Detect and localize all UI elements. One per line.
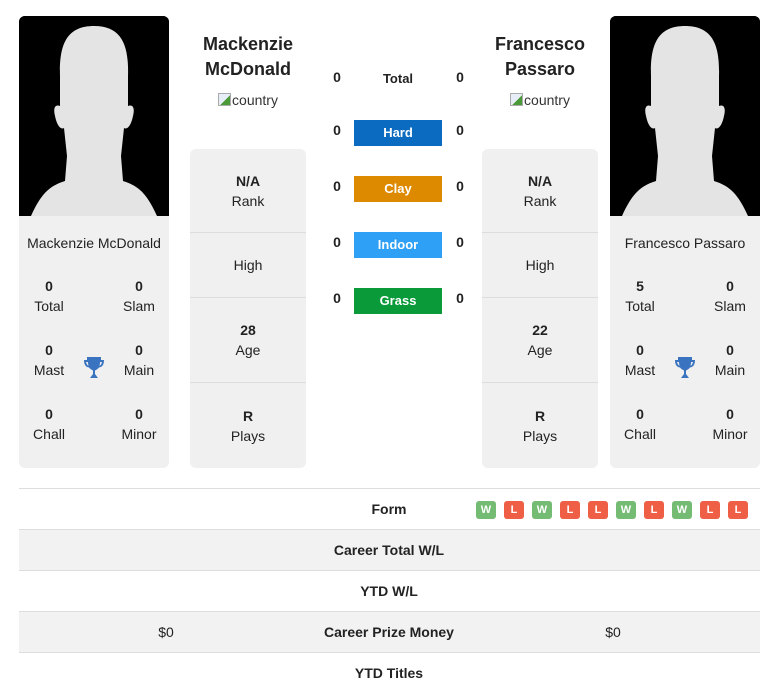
prize-money-label: Career Prize Money <box>324 624 454 640</box>
h2h-indoor-p2: 0 <box>456 234 464 250</box>
h2h-hard-p2: 0 <box>456 122 464 138</box>
trophy-icon <box>674 356 696 383</box>
form-loss-badge: L <box>644 501 664 519</box>
player1-country-flag: country <box>178 92 318 108</box>
form-win-badge: W <box>672 501 692 519</box>
prize-money-row: $0 Career Prize Money $0 <box>19 611 760 652</box>
player2-name: Francesco Passaro <box>624 235 746 251</box>
form-win-badge: W <box>476 501 496 519</box>
h2h-clay-p2: 0 <box>456 178 464 194</box>
player1-main-titles: 0 Main <box>123 342 155 378</box>
player2-chall-titles: 0 Chall <box>624 406 656 442</box>
form-win-badge: W <box>532 501 552 519</box>
h2h-hard-row: 0 Hard 0 <box>320 118 480 146</box>
h2h-grass-row: 0 Grass 0 <box>320 286 480 314</box>
form-win-badge: W <box>616 501 636 519</box>
trophy-icon <box>83 356 105 383</box>
player1-prize-money: $0 <box>158 624 174 640</box>
player1-name: Mackenzie McDonald <box>27 235 161 251</box>
player1-card: Mackenzie McDonald 0 Total 0 Slam 0 Mast 0M… <box>19 16 169 468</box>
indoor-badge[interactable]: Indoor <box>354 232 442 258</box>
ytd-wl-label: YTD W/L <box>360 583 418 599</box>
player2-slam-titles: 0 Slam <box>714 278 746 314</box>
h2h-total-label: Total <box>382 71 414 86</box>
player1-total-titles: 0 Total <box>34 278 64 314</box>
player2-mast-titles: 0 Mast <box>624 342 656 378</box>
player2-photo <box>610 16 760 216</box>
ytd-titles-label: YTD Titles <box>354 665 424 681</box>
form-loss-badge: L <box>588 501 608 519</box>
form-loss-badge: L <box>504 501 524 519</box>
player2-prize-money: $0 <box>605 624 621 640</box>
comparison-table: Form WLWLLWLWLL Career Total W/L YTD W/L… <box>19 488 760 693</box>
form-row: Form WLWLLWLWLL <box>19 488 760 529</box>
hard-badge[interactable]: Hard <box>354 120 442 146</box>
grass-badge[interactable]: Grass <box>354 288 442 314</box>
player1-heading[interactable]: Mackenzie McDonald <box>178 32 318 82</box>
player2-age: 22 Age <box>482 298 598 383</box>
broken-image-icon <box>510 93 524 106</box>
h2h-clay-p1: 0 <box>333 178 341 194</box>
player2-form: WLWLLWLWLL <box>476 501 748 519</box>
player1-age: 28 Age <box>190 298 306 383</box>
clay-badge[interactable]: Clay <box>354 176 442 202</box>
player1-rank: N/A Rank <box>190 149 306 233</box>
h2h-hard-p1: 0 <box>333 122 341 138</box>
form-label: Form <box>371 501 407 517</box>
player2-titles: 5 Total 0 Slam 0 Mast 0 Main 0 Chall 0 Minor <box>610 251 760 451</box>
player1-minor-titles: 0 Minor <box>121 406 157 442</box>
h2h-total-row: 0 Total 0 <box>320 64 480 90</box>
player2-card: Francesco Passaro 5 Total 0 Slam 0 Mast 0 Ma… <box>610 16 760 468</box>
player1-photo <box>19 16 169 216</box>
player2-country-flag: country <box>470 92 610 108</box>
player1-slam-titles: 0 Slam <box>123 278 155 314</box>
h2h-total-p1: 0 <box>333 69 341 85</box>
h2h-indoor-p1: 0 <box>333 234 341 250</box>
player1-mast-titles: 0 Mast <box>33 342 65 378</box>
career-wl-label: Career Total W/L <box>333 542 445 558</box>
player2-minor-titles: 0 Minor <box>712 406 748 442</box>
broken-image-icon <box>218 93 232 106</box>
h2h-grass-p2: 0 <box>456 290 464 306</box>
ytd-wl-row: YTD W/L <box>19 570 760 611</box>
player2-total-titles: 5 Total <box>625 278 655 314</box>
form-loss-badge: L <box>560 501 580 519</box>
form-loss-badge: L <box>700 501 720 519</box>
ytd-titles-row: YTD Titles <box>19 652 760 693</box>
h2h-clay-row: 0 Clay 0 <box>320 174 480 202</box>
player1-high: High <box>190 233 306 298</box>
career-wl-row: Career Total W/L <box>19 529 760 570</box>
player2-heading[interactable]: Francesco Passaro <box>470 32 610 82</box>
player2-rank: N/A Rank <box>482 149 598 233</box>
player-silhouette-icon <box>19 16 169 216</box>
player2-info-card: N/A Rank High 22 Age R Plays <box>482 149 598 468</box>
player1-plays: R Plays <box>230 407 266 444</box>
form-loss-badge: L <box>728 501 748 519</box>
player1-chall-titles: 0 Chall <box>33 406 65 442</box>
player2-plays: R Plays <box>522 407 558 444</box>
player1-info-card: N/A Rank High 28 Age R Plays <box>190 149 306 468</box>
h2h-grass-p1: 0 <box>333 290 341 306</box>
player2-high: High <box>482 233 598 298</box>
player2-main-titles: 0 Main <box>714 342 746 378</box>
player1-titles: 0 Total 0 Slam 0 Mast 0 Main 0 Chall 0 Minor <box>19 251 169 451</box>
player-silhouette-icon <box>610 16 760 216</box>
h2h-indoor-row: 0 Indoor 0 <box>320 230 480 258</box>
